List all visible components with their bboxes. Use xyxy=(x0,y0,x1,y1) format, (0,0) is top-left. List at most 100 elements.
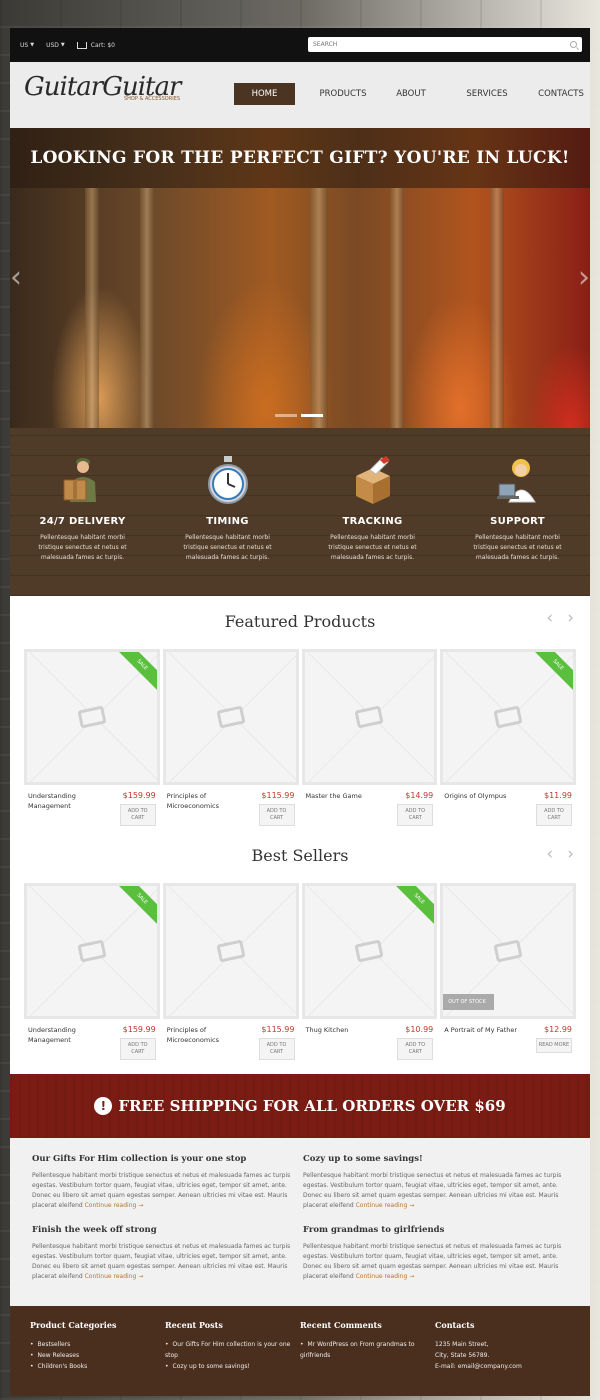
product-name[interactable]: Thug Kitchen xyxy=(306,1025,386,1060)
nav-contacts[interactable]: CONTACTS xyxy=(531,83,591,105)
products-content: ‹ › Featured Products SALE Understanding… xyxy=(10,596,590,1074)
footer-link[interactable]: Children's Books xyxy=(30,1361,165,1372)
carousel-prev-icon[interactable]: ‹ xyxy=(546,844,553,864)
post-title[interactable]: Cozy up to some savings! xyxy=(303,1154,568,1164)
product-price: $14.99 xyxy=(405,791,434,800)
product-card: SALE Thug Kitchen $10.99 ADD TO CART xyxy=(301,883,438,1060)
slider-prev-icon[interactable]: ‹ xyxy=(10,260,22,295)
product-price: $115.99 xyxy=(261,791,295,800)
stopwatch-icon xyxy=(155,454,300,506)
product-name[interactable]: Origins of Olympus xyxy=(444,791,524,826)
out-of-stock-badge: OUT OF STOCK xyxy=(443,994,494,1010)
language-label: US xyxy=(20,41,29,49)
add-to-cart-button[interactable]: ADD TO CART xyxy=(536,804,572,826)
product-actions: $12.99 READ MORE xyxy=(536,1025,572,1053)
cart-link[interactable]: Cart: $0 xyxy=(76,41,115,49)
read-more-button[interactable]: READ MORE xyxy=(536,1038,572,1053)
product-name[interactable]: Understanding Management xyxy=(28,1025,108,1060)
product-image[interactable]: SALE xyxy=(301,883,438,1019)
feature-text: Pellentesque habitant morbi tristique se… xyxy=(183,534,272,561)
feature-title: TRACKING xyxy=(342,516,403,527)
product-price: $115.99 xyxy=(261,1025,295,1034)
currency-selector[interactable]: USD ▼ xyxy=(46,42,65,49)
post-text: Pellentesque habitant morbi tristique se… xyxy=(303,1172,562,1209)
product-image[interactable] xyxy=(301,649,438,785)
carousel-next-icon[interactable]: › xyxy=(567,844,574,864)
product-image[interactable]: OUT OF STOCK xyxy=(440,883,576,1019)
slider-dot[interactable] xyxy=(275,414,297,417)
currency-label: USD xyxy=(46,41,59,49)
post-title[interactable]: From grandmas to girlfriends xyxy=(303,1225,568,1235)
contact-email[interactable]: E-mail: email@company.com xyxy=(435,1361,570,1372)
footer-recent-posts: Recent Posts Our Gifts For Him collectio… xyxy=(165,1320,300,1396)
continue-reading-link[interactable]: Continue reading → xyxy=(85,1273,144,1280)
product-price: $159.99 xyxy=(122,791,156,800)
product-card: Principles of Microeconomics $115.99 ADD… xyxy=(162,649,299,826)
search-icon[interactable] xyxy=(570,41,577,48)
add-to-cart-button[interactable]: ADD TO CART xyxy=(119,804,156,826)
main-nav: HOME PRODUCTS ABOUT SERVICES CONTACTS xyxy=(234,83,591,105)
language-selector[interactable]: US ▼ xyxy=(20,42,34,49)
post-title[interactable]: Our Gifts For Him collection is your one… xyxy=(32,1154,297,1164)
footer-link[interactable]: Our Gifts For Him collection is your one… xyxy=(165,1339,300,1361)
product-card: Principles of Microeconomics $115.99 ADD… xyxy=(162,883,299,1060)
add-to-cart-button[interactable]: ADD TO CART xyxy=(119,1038,156,1060)
product-card: SALE Origins of Olympus $11.99 ADD TO CA… xyxy=(440,649,576,826)
add-to-cart-button[interactable]: ADD TO CART xyxy=(258,1038,295,1060)
footer-link[interactable]: Mr WordPress on From grandmas to girlfri… xyxy=(300,1339,435,1361)
slider-dot-active[interactable] xyxy=(301,414,323,417)
carousel-prev-icon[interactable]: ‹ xyxy=(546,608,553,628)
site-footer: Product Categories Bestsellers New Relea… xyxy=(10,1306,590,1396)
add-to-cart-button[interactable]: ADD TO CART xyxy=(397,1038,434,1060)
product-card: SALE Understanding Management $159.99 AD… xyxy=(24,649,160,826)
bestsellers-title: Best Sellers xyxy=(251,846,349,865)
product-price: $12.99 xyxy=(544,1025,572,1034)
slider-next-icon[interactable]: › xyxy=(578,260,590,295)
continue-reading-link[interactable]: Continue reading → xyxy=(356,1202,415,1209)
product-image[interactable] xyxy=(162,649,299,785)
nav-products[interactable]: PRODUCTS xyxy=(313,83,373,105)
product-actions: $159.99 ADD TO CART xyxy=(119,791,156,826)
product-actions: $10.99 ADD TO CART xyxy=(397,1025,434,1060)
product-image[interactable]: SALE xyxy=(440,649,576,785)
sale-badge: SALE xyxy=(528,652,574,695)
slider-pagination xyxy=(275,414,323,417)
sale-badge: SALE xyxy=(112,886,157,929)
footer-list: Bestsellers New Releases Children's Book… xyxy=(30,1339,165,1372)
product-info: Thug Kitchen $10.99 ADD TO CART xyxy=(302,1025,438,1060)
post-text: Pellentesque habitant morbi tristique se… xyxy=(32,1172,291,1209)
footer-recent-comments: Recent Comments Mr WordPress on From gra… xyxy=(300,1320,435,1396)
product-name[interactable]: A Portrait of My Father xyxy=(444,1025,524,1053)
search-input[interactable] xyxy=(313,41,571,48)
product-name[interactable]: Understanding Management xyxy=(28,791,108,826)
image-placeholder-icon xyxy=(216,939,246,963)
product-name[interactable]: Principles of Microeconomics xyxy=(167,791,247,826)
image-placeholder-icon xyxy=(493,705,523,729)
nav-home[interactable]: HOME xyxy=(234,83,295,105)
footer-list: Our Gifts For Him collection is your one… xyxy=(165,1339,300,1372)
add-to-cart-button[interactable]: ADD TO CART xyxy=(397,804,434,826)
footer-categories: Product Categories Bestsellers New Relea… xyxy=(30,1320,165,1396)
product-image[interactable]: SALE xyxy=(24,649,160,785)
footer-link[interactable]: Cozy up to some savings! xyxy=(165,1361,300,1372)
nav-about[interactable]: ABOUT xyxy=(381,83,441,105)
product-name[interactable]: Master the Game xyxy=(306,791,386,826)
continue-reading-link[interactable]: Continue reading → xyxy=(356,1273,415,1280)
carousel-next-icon[interactable]: › xyxy=(567,608,574,628)
search-box xyxy=(308,37,582,52)
cart-total: Cart: $0 xyxy=(90,41,115,49)
post-title[interactable]: Finish the week off strong xyxy=(32,1225,297,1235)
feature-title: 24/7 DELIVERY xyxy=(39,516,126,527)
nav-services[interactable]: SERVICES xyxy=(457,83,517,105)
footer-link[interactable]: New Releases xyxy=(30,1350,165,1361)
chevron-down-icon: ▼ xyxy=(60,42,65,48)
feature-timing: TIMING Pellentesque habitant morbi trist… xyxy=(155,454,300,596)
guitar-neck-decor xyxy=(85,188,99,428)
guitar-neck-decor xyxy=(310,188,328,428)
product-image[interactable] xyxy=(162,883,299,1019)
continue-reading-link[interactable]: Continue reading → xyxy=(85,1202,144,1209)
product-name[interactable]: Principles of Microeconomics xyxy=(167,1025,247,1060)
product-image[interactable]: SALE xyxy=(24,883,160,1019)
footer-link[interactable]: Bestsellers xyxy=(30,1339,165,1350)
add-to-cart-button[interactable]: ADD TO CART xyxy=(258,804,295,826)
